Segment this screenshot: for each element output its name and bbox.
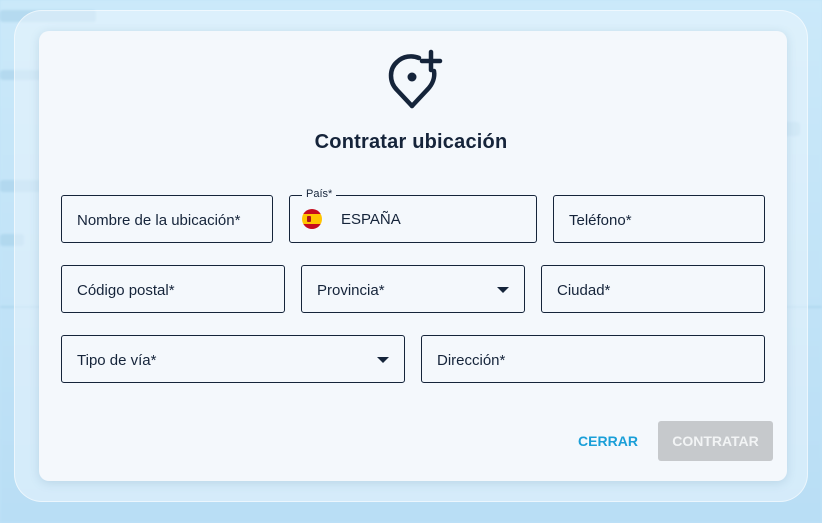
spain-flag-icon	[302, 209, 322, 229]
country-label: País*	[302, 188, 337, 200]
location-name-placeholder: Nombre de la ubicación*	[77, 212, 241, 229]
country-value: ESPAÑA	[341, 211, 401, 228]
dialog-title: Contratar ubicación	[314, 131, 508, 153]
street-type-select[interactable]: Tipo de vía*	[61, 335, 405, 383]
chevron-down-icon	[377, 357, 389, 363]
phone-input[interactable]: Teléfono*	[553, 195, 765, 243]
address-placeholder: Dirección*	[437, 352, 506, 369]
phone-placeholder: Teléfono*	[569, 212, 632, 229]
location-pin-plus-icon	[388, 49, 443, 109]
province-placeholder: Provincia*	[317, 282, 385, 299]
street-type-placeholder: Tipo de vía*	[77, 352, 157, 369]
country-select[interactable]: País* ESPAÑA	[289, 188, 537, 243]
postal-code-placeholder: Código postal*	[77, 282, 175, 299]
close-button[interactable]: CERRAR	[572, 430, 644, 452]
province-select[interactable]: Provincia*	[301, 265, 525, 313]
contract-button[interactable]: CONTRATAR	[658, 421, 773, 461]
city-placeholder: Ciudad*	[557, 282, 611, 299]
postal-code-input[interactable]: Código postal*	[61, 265, 285, 313]
address-input[interactable]: Dirección*	[421, 335, 765, 383]
location-name-input[interactable]: Nombre de la ubicación*	[61, 195, 273, 243]
chevron-down-icon	[497, 287, 509, 293]
city-input[interactable]: Ciudad*	[541, 265, 765, 313]
